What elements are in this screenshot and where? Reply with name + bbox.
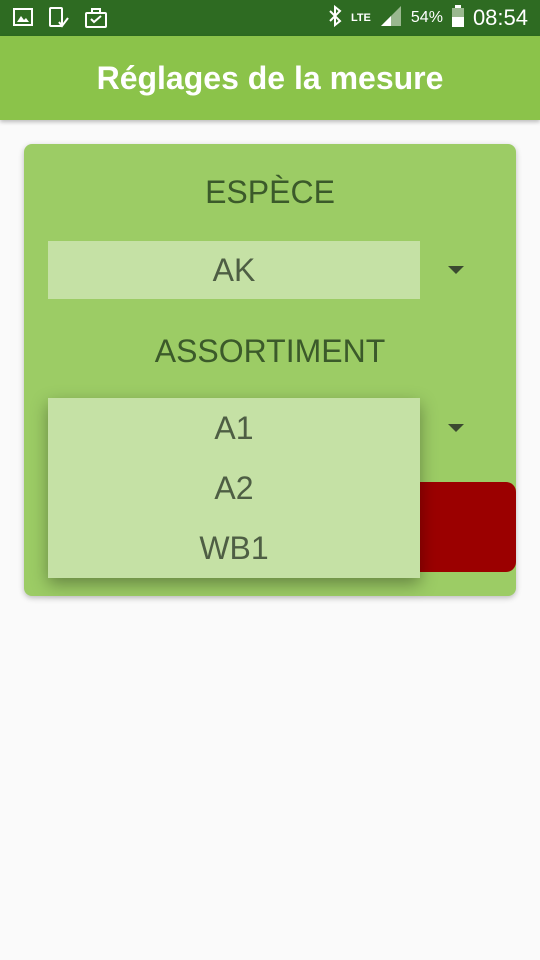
battery-percent: 54% xyxy=(410,9,443,26)
dropdown-option-a2[interactable]: A2 xyxy=(48,458,420,518)
dropdown-option-a1[interactable]: A1 xyxy=(48,398,420,458)
species-select[interactable]: AK xyxy=(48,241,420,299)
signal-icon xyxy=(379,4,403,33)
network-type: LTE xyxy=(350,12,371,24)
briefcase-icon xyxy=(84,6,108,35)
image-icon xyxy=(12,6,34,33)
assortment-dropdown-menu: A1 A2 WB1 xyxy=(48,398,420,578)
app-bar: Réglages de la mesure xyxy=(0,36,540,120)
action-button[interactable] xyxy=(404,482,516,572)
battery-icon xyxy=(451,4,465,33)
species-dropdown-arrow-icon[interactable] xyxy=(448,266,464,274)
dropdown-option-wb1[interactable]: WB1 xyxy=(48,518,420,578)
clock: 08:54 xyxy=(472,5,528,30)
assortment-dropdown-arrow-icon[interactable] xyxy=(448,424,464,432)
download-icon xyxy=(46,6,70,35)
bluetooth-icon xyxy=(327,4,343,33)
species-label: ESPÈCE xyxy=(205,174,335,210)
assortment-label: ASSORTIMENT xyxy=(154,333,386,369)
status-bar: LTE 54% 08:54 xyxy=(0,0,540,36)
page-title: Réglages de la mesure xyxy=(96,59,444,96)
